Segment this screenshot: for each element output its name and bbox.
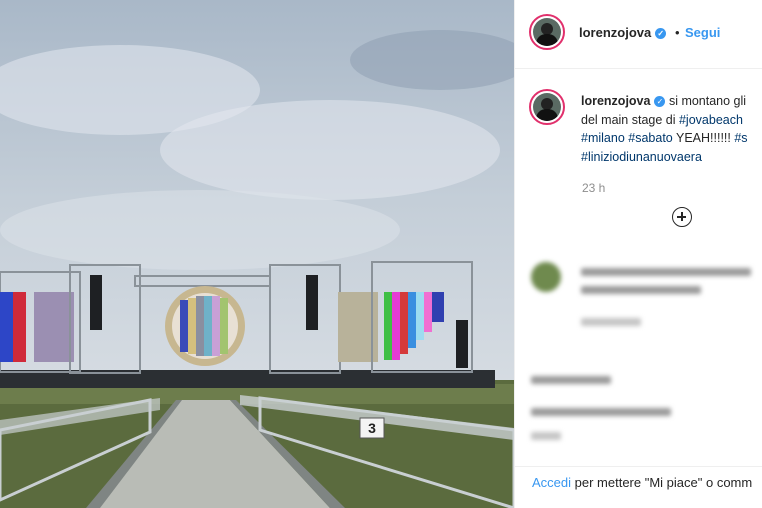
author-username[interactable]: lorenzojova ✓	[579, 25, 667, 40]
barrier-number-sign: 3	[368, 420, 376, 436]
blurred-comment	[531, 262, 761, 342]
post-timestamp[interactable]: 23 h	[582, 181, 605, 195]
verified-badge-icon: ✓	[654, 96, 666, 108]
hashtag-link[interactable]: #liniziodiunanuovaera	[581, 150, 702, 164]
hashtag-link[interactable]: #jovabeach	[679, 113, 743, 127]
post-header: lorenzojova ✓ • Segui	[515, 0, 762, 69]
hashtag-link[interactable]: #s	[734, 131, 747, 145]
blurred-comment	[531, 370, 761, 450]
caption-avatar[interactable]	[529, 89, 565, 125]
verified-badge-icon: ✓	[655, 28, 667, 40]
caption-username[interactable]: lorenzojova	[581, 94, 650, 108]
plus-circle-icon[interactable]	[672, 207, 692, 227]
caption-text: YEAH!!!!!!	[672, 131, 735, 145]
author-avatar[interactable]	[529, 14, 565, 50]
post-sidebar: lorenzojova ✓ • Segui lorenzojova ✓ si mon…	[514, 0, 762, 508]
caption-text: del main stage di	[581, 112, 679, 127]
login-link[interactable]: Accedi	[532, 475, 571, 490]
login-prompt: Accedi per mettere "Mi piace" o comm	[515, 466, 762, 508]
separator-dot: •	[675, 25, 680, 40]
post-photo[interactable]: 3	[0, 0, 514, 508]
hashtag-link[interactable]: #milano	[581, 131, 625, 145]
follow-button[interactable]: Segui	[685, 25, 720, 40]
caption-text: si montano gli	[665, 94, 747, 108]
stage-scene	[0, 0, 514, 508]
post-caption: lorenzojova ✓ si montano gli del main sta…	[581, 92, 762, 166]
hashtag-link[interactable]: #sabato	[628, 131, 672, 145]
login-prompt-text: per mettere "Mi piace" o comm	[571, 475, 753, 490]
